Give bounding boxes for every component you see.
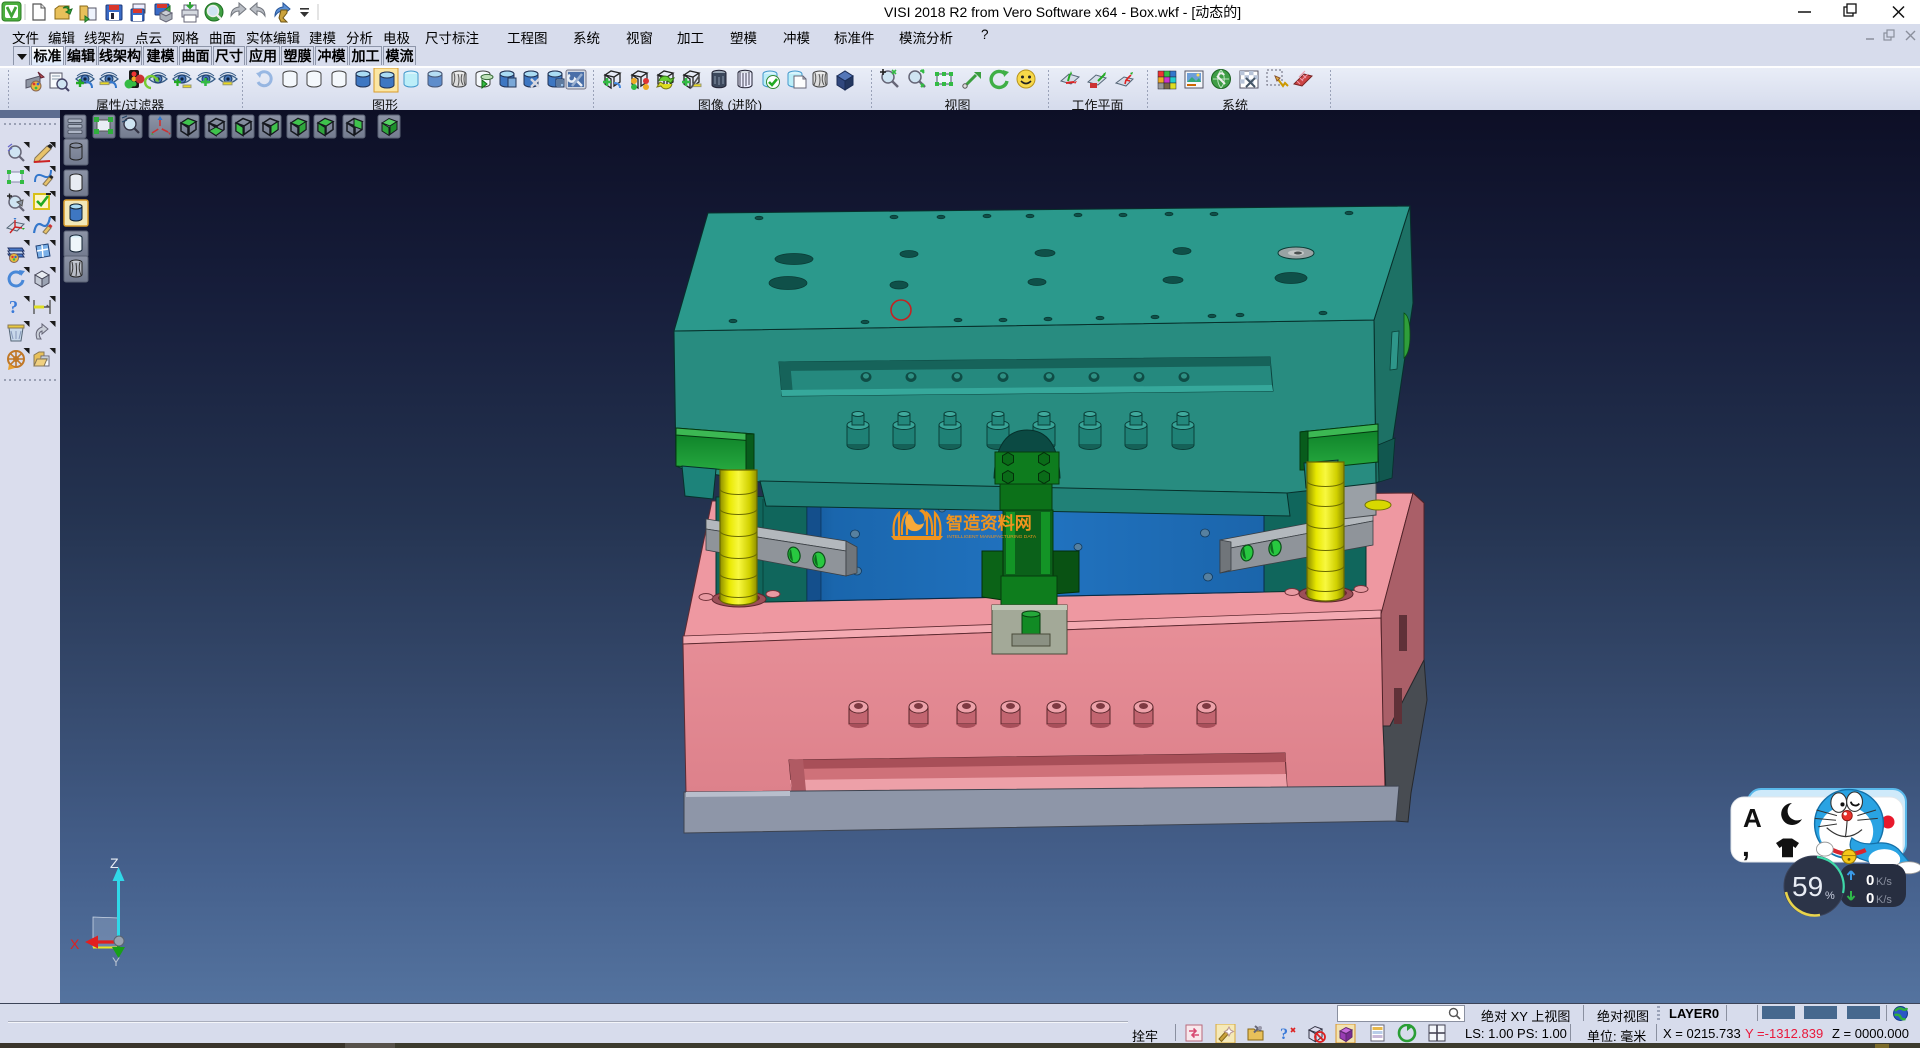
svg-text:Y: Y	[112, 955, 120, 969]
svg-text:59: 59	[1792, 871, 1823, 902]
svg-text:,: ,	[1742, 831, 1750, 862]
svg-text:0: 0	[1866, 872, 1874, 889]
svg-text:Z: Z	[110, 855, 119, 871]
svg-text:智造资料网: 智造资料网	[946, 513, 1032, 533]
svg-text:%: %	[1825, 890, 1835, 902]
svg-text:A: A	[1743, 803, 1762, 833]
svg-text:?: ?	[1280, 1026, 1288, 1043]
svg-text:X: X	[70, 936, 80, 952]
svg-text:INTELLIGENT MANUFACTURING DATA: INTELLIGENT MANUFACTURING DATA	[947, 534, 1037, 540]
svg-text:K/s: K/s	[1876, 876, 1892, 888]
svg-text:0: 0	[1866, 890, 1874, 907]
svg-text:K/s: K/s	[1876, 894, 1892, 906]
svg-text:?: ?	[9, 297, 18, 317]
